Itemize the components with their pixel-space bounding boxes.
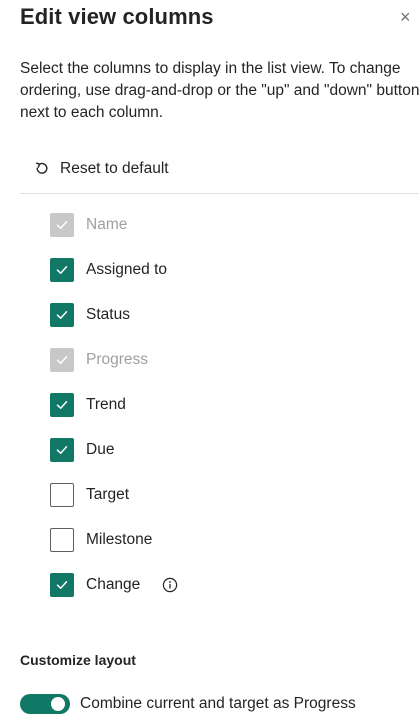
change-label: Change — [86, 576, 141, 593]
combine-progress-toggle[interactable] — [20, 694, 70, 714]
target-label: Target — [86, 486, 130, 503]
change-checkbox[interactable] — [50, 573, 74, 597]
assigned-to-label: Assigned to — [86, 261, 167, 278]
column-option-milestone[interactable]: Milestone — [50, 528, 178, 573]
combine-progress-toggle-row[interactable]: Combine current and target as Progress — [20, 694, 356, 714]
due-checkbox[interactable] — [50, 438, 74, 462]
assigned-to-checkbox[interactable] — [50, 258, 74, 282]
column-option-due[interactable]: Due — [50, 438, 178, 483]
due-label: Due — [86, 441, 115, 458]
name-checkbox — [50, 213, 74, 237]
name-label: Name — [86, 216, 128, 233]
panel-title: Edit view columns — [20, 4, 214, 29]
edit-view-columns-panel: Edit view columns × Select the columns t… — [0, 0, 419, 715]
reset-icon — [34, 161, 50, 177]
reset-label: Reset to default — [60, 160, 169, 177]
progress-label: Progress — [86, 351, 149, 368]
reset-to-default-button[interactable]: Reset to default — [34, 157, 169, 181]
status-checkbox[interactable] — [50, 303, 74, 327]
target-checkbox[interactable] — [50, 483, 74, 507]
customize-layout-heading: Customize layout — [20, 652, 136, 668]
close-icon[interactable]: × — [400, 6, 419, 28]
column-option-change[interactable]: Change — [50, 573, 178, 618]
column-option-trend[interactable]: Trend — [50, 393, 178, 438]
trend-checkbox[interactable] — [50, 393, 74, 417]
progress-checkbox — [50, 348, 74, 372]
trend-label: Trend — [86, 396, 126, 413]
combine-progress-toggle-label: Combine current and target as Progress — [80, 695, 356, 712]
status-label: Status — [86, 306, 130, 323]
column-option-status[interactable]: Status — [50, 303, 178, 348]
column-option-progress: Progress — [50, 348, 178, 393]
column-list: Name Assigned to Status Progress Trend Due Tar… — [50, 213, 178, 618]
toggle-knob — [51, 697, 65, 711]
milestone-checkbox[interactable] — [50, 528, 74, 552]
milestone-label: Milestone — [86, 531, 153, 548]
info-icon[interactable] — [162, 573, 178, 597]
column-option-assigned-to[interactable]: Assigned to — [50, 258, 178, 303]
panel-description: Select the columns to display in the lis… — [20, 60, 419, 121]
column-option-target[interactable]: Target — [50, 483, 178, 528]
column-option-name: Name — [50, 213, 178, 258]
divider — [20, 193, 419, 194]
